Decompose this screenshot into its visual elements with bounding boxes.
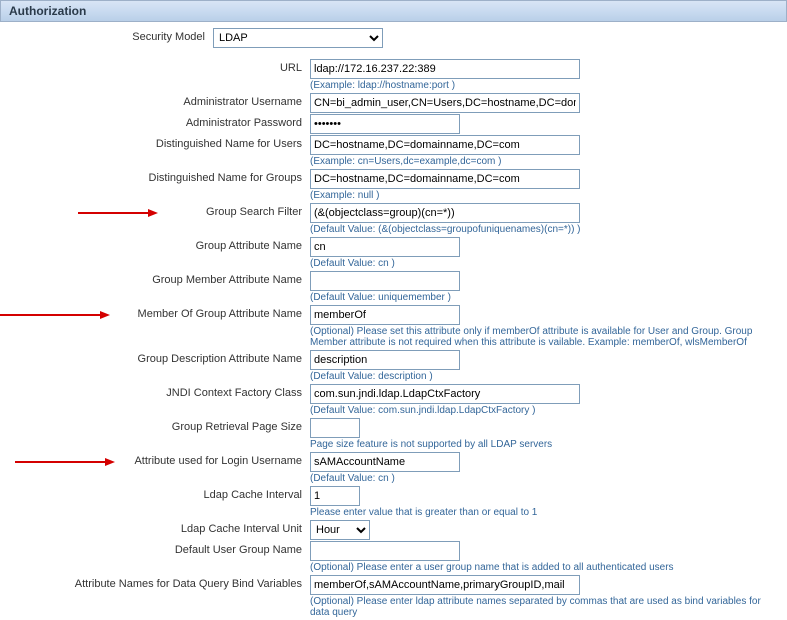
login-username-attr-input[interactable] xyxy=(310,452,460,472)
arrow-icon xyxy=(78,207,158,219)
label-security-model: Security Model xyxy=(0,28,213,43)
hint-group-search-filter: (Default Value: (&(objectclass=groupofun… xyxy=(310,224,581,235)
label-url: URL xyxy=(0,59,310,74)
hint-group-attr-name: (Default Value: cn ) xyxy=(310,258,460,269)
hint-dn-users: (Example: cn=Users,dc=example,dc=com ) xyxy=(310,156,580,167)
group-attr-name-input[interactable] xyxy=(310,237,460,257)
dn-users-input[interactable] xyxy=(310,135,580,155)
url-input[interactable] xyxy=(310,59,580,79)
hint-group-member-attr: (Default Value: uniquemember ) xyxy=(310,292,460,303)
hint-default-user-group: (Optional) Please enter a user group nam… xyxy=(310,562,674,573)
hint-ldap-cache-interval: Please enter value that is greater than … xyxy=(310,507,537,518)
hint-login-username-attr: (Default Value: cn ) xyxy=(310,473,460,484)
group-search-filter-input[interactable] xyxy=(310,203,580,223)
hint-dn-groups: (Example: null ) xyxy=(310,190,580,201)
ldap-cache-interval-input[interactable] xyxy=(310,486,360,506)
section-title: Authorization xyxy=(9,4,86,18)
hint-member-of-group: (Optional) Please set this attribute onl… xyxy=(310,326,770,348)
hint-group-page-size: Page size feature is not supported by al… xyxy=(310,439,552,450)
hint-url: (Example: ldap://hostname:port ) xyxy=(310,80,580,91)
jndi-factory-input[interactable] xyxy=(310,384,580,404)
admin-user-input[interactable] xyxy=(310,93,580,113)
label-jndi-factory: JNDI Context Factory Class xyxy=(0,384,310,399)
default-user-group-input[interactable] xyxy=(310,541,460,561)
ldap-cache-unit-select[interactable]: Hour xyxy=(310,520,370,540)
label-ldap-cache-unit: Ldap Cache Interval Unit xyxy=(0,520,310,535)
security-model-select[interactable]: LDAP xyxy=(213,28,383,48)
group-member-attr-input[interactable] xyxy=(310,271,460,291)
bind-vars-input[interactable] xyxy=(310,575,580,595)
label-group-desc-attr: Group Description Attribute Name xyxy=(0,350,310,365)
form-area: Security Model LDAP URL (Example: ldap:/… xyxy=(0,22,787,619)
label-ldap-cache-interval: Ldap Cache Interval xyxy=(0,486,310,501)
label-group-page-size: Group Retrieval Page Size xyxy=(0,418,310,433)
group-desc-attr-input[interactable] xyxy=(310,350,460,370)
arrow-icon xyxy=(0,309,110,321)
label-dn-users: Distinguished Name for Users xyxy=(0,135,310,150)
hint-jndi-factory: (Default Value: com.sun.jndi.ldap.LdapCt… xyxy=(310,405,580,416)
label-admin-user: Administrator Username xyxy=(0,93,310,108)
label-default-user-group: Default User Group Name xyxy=(0,541,310,556)
label-admin-pass: Administrator Password xyxy=(0,114,310,129)
dn-groups-input[interactable] xyxy=(310,169,580,189)
label-dn-groups: Distinguished Name for Groups xyxy=(0,169,310,184)
member-of-group-input[interactable] xyxy=(310,305,460,325)
label-group-attr-name: Group Attribute Name xyxy=(0,237,310,252)
admin-pass-input[interactable] xyxy=(310,114,460,134)
hint-bind-vars: (Optional) Please enter ldap attribute n… xyxy=(310,596,770,618)
section-header: Authorization xyxy=(0,0,787,22)
arrow-icon xyxy=(15,456,115,468)
hint-group-desc-attr: (Default Value: description ) xyxy=(310,371,460,382)
group-page-size-input[interactable] xyxy=(310,418,360,438)
label-group-member-attr: Group Member Attribute Name xyxy=(0,271,310,286)
